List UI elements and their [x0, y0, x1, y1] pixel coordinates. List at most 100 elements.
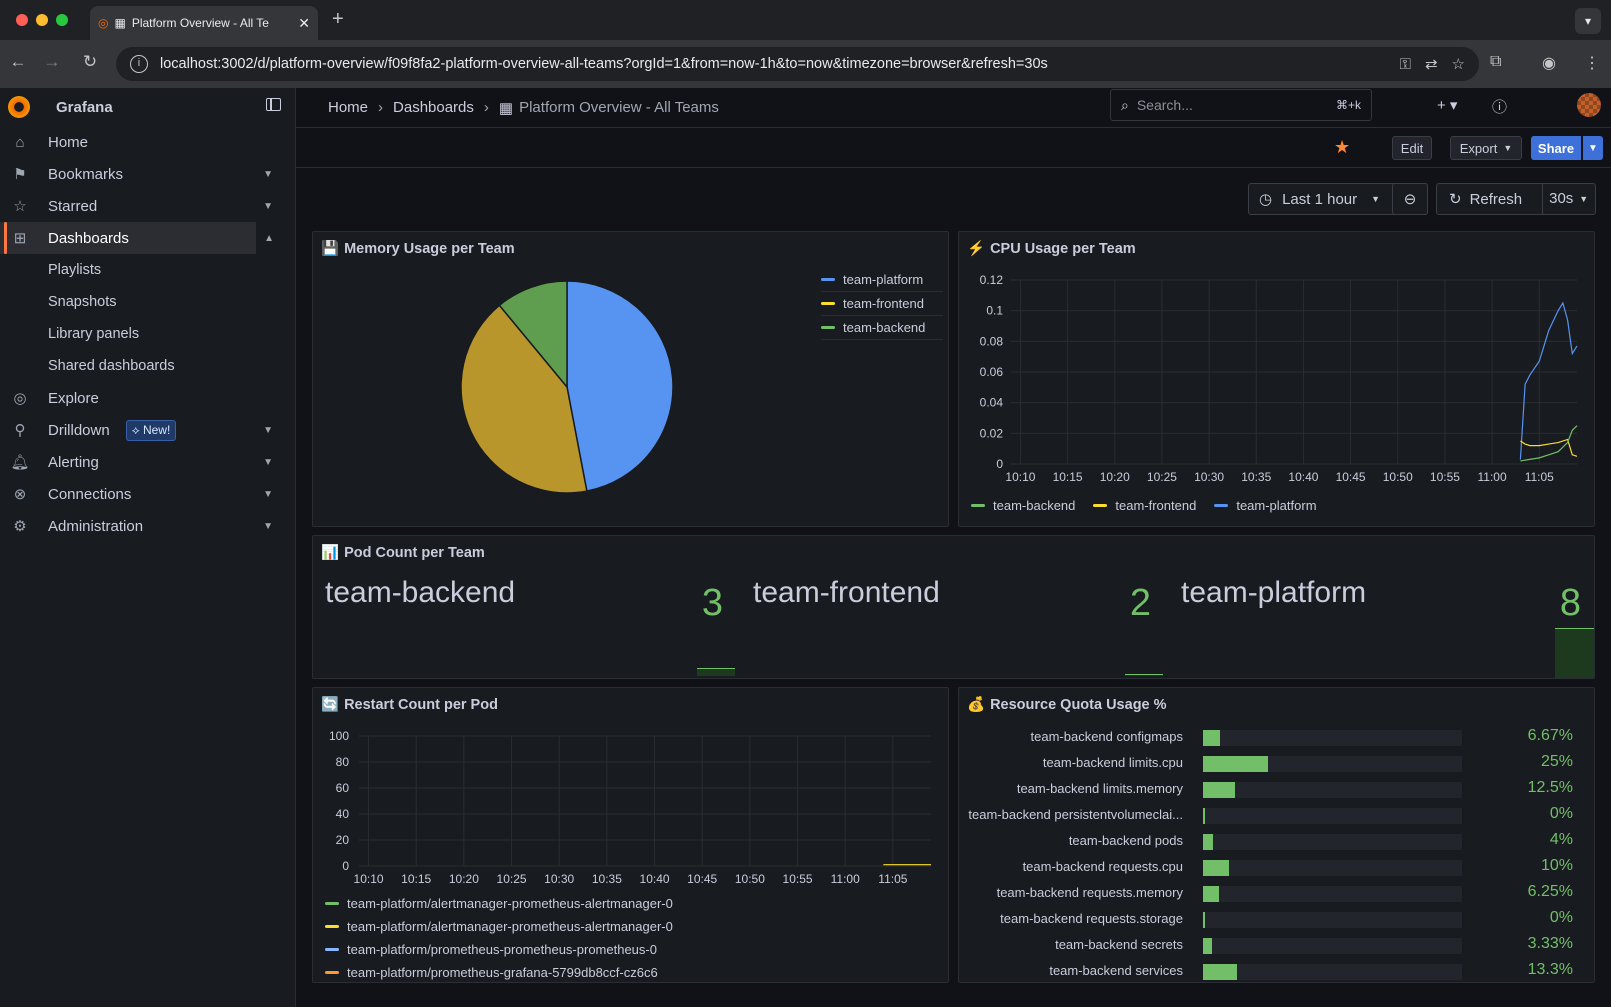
- share-dropdown-chevron-icon[interactable]: ▼: [1583, 136, 1603, 160]
- sidebar-subitem-library-panels[interactable]: Library panels: [0, 318, 295, 350]
- sidebar-item-drilldown[interactable]: ⚲ Drilldown ⟡ New! ▼: [0, 414, 295, 446]
- grafana-logo-icon[interactable]: [8, 96, 30, 118]
- cpu-line-chart: 0 0.02 0.04 0.06 0.08 0.1 0.12 10:10 10:15 10:20 1…: [980, 273, 1578, 484]
- legend-item[interactable]: team-frontend: [1093, 498, 1196, 513]
- share-button[interactable]: Share: [1531, 136, 1581, 160]
- quota-value: 0%: [1549, 909, 1573, 926]
- edit-button[interactable]: Edit: [1392, 136, 1432, 160]
- sparkline: [1555, 628, 1594, 678]
- breadcrumb-home[interactable]: Home: [328, 99, 368, 116]
- sidebar-item-administration[interactable]: ⚙ Administration ▼: [0, 510, 295, 542]
- quota-value: 4%: [1549, 831, 1573, 848]
- legend-label: team-platform/alertmanager-prometheus-al…: [347, 919, 673, 934]
- back-button[interactable]: ←: [6, 52, 30, 72]
- bookmark-star-icon[interactable]: ☆: [1452, 55, 1465, 73]
- quota-row: team-backend requests.cpu 10%: [959, 856, 1594, 878]
- profile-icon[interactable]: ◉: [1542, 53, 1556, 73]
- sparkline: [1125, 674, 1163, 676]
- quota-bar-fill: [1203, 964, 1238, 980]
- y-tick-label: 0.02: [980, 426, 1004, 440]
- avatar[interactable]: [1577, 93, 1601, 117]
- tab-search-button[interactable]: ▾: [1575, 8, 1601, 34]
- time-range-label: Last 1 hour: [1282, 190, 1358, 208]
- legend-item[interactable]: team-frontend: [821, 292, 943, 316]
- sidebar-item-explore[interactable]: ◎ Explore: [0, 382, 295, 414]
- x-tick-label: 10:15: [401, 872, 431, 886]
- browser-tab[interactable]: ◎ ▦ Platform Overview - All Te ✕: [90, 6, 318, 40]
- quota-bar-track: [1203, 938, 1462, 954]
- zoom-out-button[interactable]: ⊖: [1392, 183, 1428, 215]
- legend-item[interactable]: team-backend: [821, 316, 943, 340]
- sidebar-item-home[interactable]: ⌂ Home: [0, 126, 295, 158]
- legend-item[interactable]: team-platform: [821, 268, 943, 292]
- breadcrumb-current: Platform Overview - All Teams: [519, 99, 719, 116]
- x-tick-label: 10:55: [1430, 470, 1460, 484]
- sidebar-subitem-playlists[interactable]: Playlists: [0, 254, 295, 286]
- add-new-button[interactable]: + ▾: [1437, 96, 1457, 114]
- chevron-down-icon[interactable]: ▼: [263, 169, 273, 180]
- new-tab-button[interactable]: +: [332, 8, 344, 31]
- close-tab-icon[interactable]: ✕: [298, 15, 310, 32]
- translate-icon[interactable]: ⇄: [1425, 55, 1438, 73]
- extensions-icon[interactable]: ⧉: [1490, 53, 1501, 71]
- refresh-button[interactable]: Refresh: [1470, 191, 1523, 208]
- stat-team-frontend: team-frontend 2: [753, 576, 1173, 676]
- dock-menu-icon[interactable]: [266, 98, 281, 111]
- chevron-down-icon[interactable]: ▼: [263, 201, 273, 212]
- close-window-button[interactable]: [16, 14, 28, 26]
- sidebar-item-alerting[interactable]: 🔔︎ Alerting ▼: [0, 446, 295, 478]
- chevron-down-icon[interactable]: ▼: [263, 521, 273, 532]
- mark-as-favorite-star-icon[interactable]: ★: [1334, 137, 1350, 158]
- y-tick-label: 0.06: [980, 365, 1004, 379]
- tab-title: Platform Overview - All Te: [131, 16, 269, 30]
- legend-item[interactable]: team-platform/prometheus-prometheus-prom…: [325, 942, 673, 957]
- maximize-window-button[interactable]: [56, 14, 68, 26]
- sidebar-item-connections[interactable]: ⊗ Connections ▼: [0, 478, 295, 510]
- help-icon[interactable]: ⓘ: [1492, 96, 1507, 117]
- quota-value: 25%: [1540, 753, 1573, 770]
- search-input[interactable]: ⌕ Search... ⌘+k: [1110, 89, 1372, 121]
- quota-row: team-backend requests.storage 0%: [959, 908, 1594, 930]
- chevron-down-icon[interactable]: ▼: [1579, 194, 1588, 204]
- sidebar-item-dashboards[interactable]: ⊞ Dashboards ▲: [0, 222, 274, 254]
- legend-item[interactable]: team-backend: [971, 498, 1075, 513]
- legend-item[interactable]: team-platform/alertmanager-prometheus-al…: [325, 896, 673, 911]
- x-tick-label: 11:00: [1478, 470, 1507, 484]
- chevron-down-icon[interactable]: ▼: [263, 425, 273, 436]
- legend-swatch: [325, 902, 339, 905]
- legend-item[interactable]: team-platform/alertmanager-prometheus-al…: [325, 919, 673, 934]
- reload-button[interactable]: ↻: [78, 52, 102, 72]
- quota-label: team-backend services: [1049, 963, 1183, 978]
- address-bar[interactable]: i localhost:3002/d/platform-overview/f09…: [116, 47, 1479, 81]
- series-line-team-platform: [1519, 301, 1578, 460]
- sidebar-subitem-shared-dashboards[interactable]: Shared dashboards: [0, 350, 295, 382]
- panel-title[interactable]: 💰 Resource Quota Usage %: [967, 696, 1167, 713]
- y-tick-label: 0.12: [980, 273, 1004, 287]
- quota-label: team-backend persistentvolumeclai...: [968, 807, 1183, 822]
- search-icon: ⌕: [1121, 96, 1129, 113]
- key-icon[interactable]: ⚿: [1400, 56, 1411, 73]
- legend-swatch: [971, 504, 985, 507]
- sidebar-item-bookmarks[interactable]: ⚑ Bookmarks ▼: [0, 158, 295, 190]
- legend-item[interactable]: team-platform/prometheus-grafana-5799db8…: [325, 965, 673, 980]
- refresh-interval[interactable]: 30s: [1542, 184, 1573, 214]
- x-tick-label: 11:05: [878, 872, 907, 886]
- breadcrumb-dashboards[interactable]: Dashboards: [393, 99, 474, 116]
- sidebar-item-starred[interactable]: ☆ Starred ▼: [0, 190, 295, 222]
- panel-title[interactable]: 📊 Pod Count per Team: [321, 544, 485, 561]
- chevron-down-icon[interactable]: ▼: [263, 489, 273, 500]
- legend-item[interactable]: team-platform: [1214, 498, 1317, 513]
- refresh-icon[interactable]: ↻: [1449, 190, 1462, 208]
- forward-button[interactable]: →: [40, 52, 64, 72]
- legend-swatch: [1093, 504, 1108, 507]
- browser-menu-icon[interactable]: ⋮: [1584, 53, 1600, 73]
- minimize-window-button[interactable]: [36, 14, 48, 26]
- quota-row: team-backend secrets 3.33%: [959, 934, 1594, 956]
- sidebar: Grafana ⌂ Home ⚑ Bookmarks ▼ ☆ Starred ▼ ⊞ Das…: [0, 88, 296, 1007]
- quota-value: 6.67%: [1527, 727, 1573, 744]
- sidebar-subitem-snapshots[interactable]: Snapshots: [0, 286, 295, 318]
- chevron-down-icon[interactable]: ▼: [263, 457, 273, 468]
- site-info-icon[interactable]: i: [130, 55, 148, 73]
- export-button[interactable]: Export ▼: [1450, 136, 1522, 160]
- chevron-up-icon[interactable]: ▲: [264, 233, 274, 244]
